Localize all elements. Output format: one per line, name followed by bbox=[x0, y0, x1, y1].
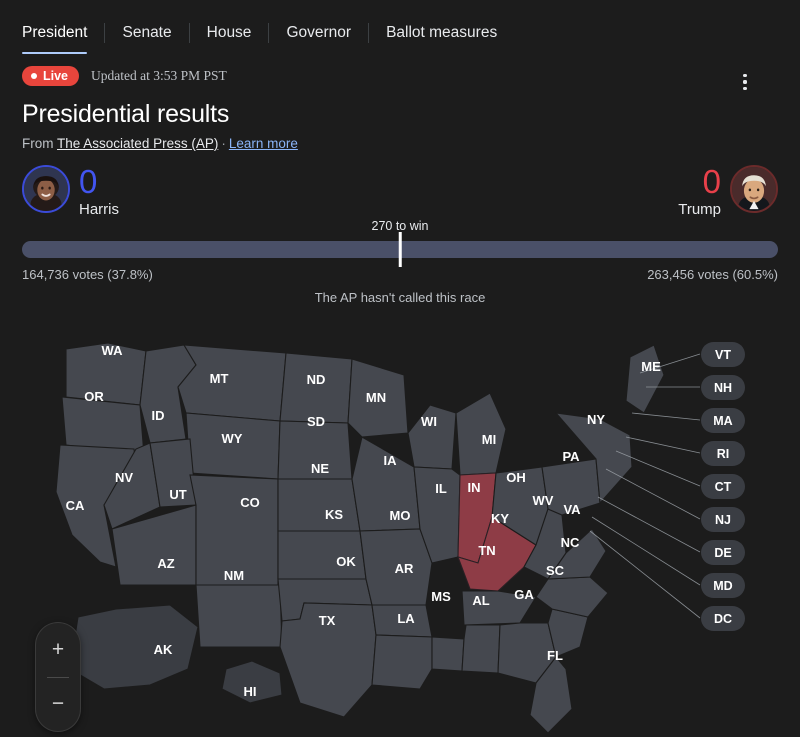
state-TN[interactable] bbox=[461, 590, 537, 626]
kebab-dot bbox=[743, 80, 747, 84]
state-pill-VT[interactable]: VT bbox=[701, 342, 745, 367]
tab-senate[interactable]: Senate bbox=[105, 19, 188, 47]
candidate-harris[interactable]: 0 Harris bbox=[22, 165, 119, 218]
harris-avatar bbox=[22, 165, 70, 213]
state-NM[interactable] bbox=[195, 584, 283, 648]
state-WI[interactable] bbox=[407, 404, 457, 470]
us-electoral-map[interactable]: WA OR CA NV ID MT WY UT AZ CO NM ND SD NE KS OK TX MN IA MO… bbox=[0, 317, 800, 737]
tab-president[interactable]: President bbox=[22, 19, 104, 54]
learn-more-link[interactable]: Learn more bbox=[229, 136, 298, 151]
live-label: Live bbox=[43, 69, 69, 83]
race-not-called-note: The AP hasn't called this race bbox=[314, 290, 486, 305]
tab-label: Governor bbox=[286, 24, 352, 41]
state-MS[interactable] bbox=[431, 636, 465, 672]
updated-timestamp: Updated at 3:53 PM PST bbox=[91, 68, 227, 83]
state-pill-NH[interactable]: NH bbox=[701, 375, 745, 400]
separator: · bbox=[221, 136, 226, 151]
live-badge[interactable]: Live bbox=[22, 66, 80, 86]
trump-avatar bbox=[730, 165, 778, 213]
zoom-in-button[interactable]: + bbox=[36, 623, 80, 677]
state-KS[interactable] bbox=[277, 530, 367, 580]
state-HI[interactable] bbox=[221, 660, 283, 704]
bar-midpoint-marker bbox=[398, 232, 402, 267]
kebab-dot bbox=[743, 74, 747, 78]
harris-meta: 0 Harris bbox=[79, 165, 119, 218]
state-label-MS: MS bbox=[431, 589, 451, 604]
map-zoom-control: + − bbox=[36, 623, 80, 731]
from-prefix: From bbox=[22, 136, 58, 151]
tab-label: Senate bbox=[122, 24, 172, 41]
state-MO[interactable] bbox=[359, 528, 433, 606]
tab-label: House bbox=[206, 24, 252, 41]
live-status-row: Live Updated at 3:53 PM PST bbox=[0, 52, 800, 86]
trump-electoral-votes: 0 bbox=[702, 163, 721, 200]
state-MN[interactable] bbox=[347, 358, 409, 438]
state-AL[interactable] bbox=[461, 624, 501, 674]
state-LA[interactable] bbox=[371, 634, 433, 690]
tab-label: President bbox=[22, 24, 88, 41]
state-PA[interactable] bbox=[541, 458, 601, 516]
state-AK[interactable] bbox=[69, 604, 199, 690]
state-pill-DE[interactable]: DE bbox=[701, 540, 745, 565]
state-WA[interactable] bbox=[65, 342, 147, 406]
state-MT[interactable] bbox=[177, 344, 287, 422]
harris-votes: 164,736 votes (37.8%) bbox=[22, 267, 153, 282]
leader-MA bbox=[631, 412, 701, 421]
state-pill-CT[interactable]: CT bbox=[701, 474, 745, 499]
state-MI[interactable] bbox=[455, 392, 507, 476]
election-results-page: President Senate House Governor Ballot m… bbox=[0, 0, 800, 737]
source-link[interactable]: The Associated Press (AP) bbox=[57, 136, 218, 151]
state-SD[interactable] bbox=[277, 420, 353, 480]
state-AR[interactable] bbox=[371, 604, 433, 638]
kebab-menu-icon[interactable] bbox=[734, 70, 756, 94]
state-pill-MA[interactable]: MA bbox=[701, 408, 745, 433]
leader-DE bbox=[597, 496, 701, 553]
state-ME[interactable] bbox=[625, 344, 665, 414]
state-shapes bbox=[55, 342, 665, 734]
tab-label: Ballot measures bbox=[386, 24, 498, 41]
harris-electoral-votes: 0 bbox=[79, 163, 98, 200]
state-pill-MD[interactable]: MD bbox=[701, 573, 745, 598]
state-NC[interactable] bbox=[535, 576, 609, 618]
live-dot-icon bbox=[31, 73, 37, 79]
state-pill-NJ[interactable]: NJ bbox=[701, 507, 745, 532]
tab-governor[interactable]: Governor bbox=[269, 19, 368, 47]
electoral-vote-bar: 270 to win bbox=[22, 219, 778, 267]
candidate-trump[interactable]: 0 Trump bbox=[678, 165, 778, 218]
state-pill-DC[interactable]: DC bbox=[701, 606, 745, 631]
source-attribution: From The Associated Press (AP) · Learn mor… bbox=[0, 129, 800, 151]
vote-totals-row: 164,736 votes (37.8%) 263,456 votes (60.… bbox=[22, 267, 778, 282]
state-CO[interactable] bbox=[189, 474, 279, 586]
state-TX[interactable] bbox=[279, 602, 377, 718]
leader-NJ bbox=[605, 468, 701, 520]
state-WY[interactable] bbox=[185, 412, 281, 480]
leader-RI bbox=[625, 436, 701, 454]
win-threshold-label: 270 to win bbox=[371, 219, 429, 233]
tab-house[interactable]: House bbox=[190, 19, 269, 47]
page-title: Presidential results bbox=[22, 100, 230, 128]
tab-ballot-measures[interactable]: Ballot measures bbox=[369, 19, 514, 47]
zoom-out-button[interactable]: − bbox=[36, 678, 80, 732]
map-svg: WAORCANVIDMTWYUTAZCONMNDSDNEKSOKTXMNIAMO… bbox=[55, 342, 701, 734]
state-pill-RI[interactable]: RI bbox=[701, 441, 745, 466]
race-type-tabs: President Senate House Governor Ballot m… bbox=[0, 0, 800, 54]
harris-name: Harris bbox=[79, 201, 119, 218]
state-NE[interactable] bbox=[277, 478, 361, 532]
trump-meta: 0 Trump bbox=[678, 165, 721, 218]
trump-name: Trump bbox=[678, 201, 721, 218]
state-IA[interactable] bbox=[351, 436, 421, 532]
state-ND[interactable] bbox=[279, 352, 353, 424]
kebab-dot bbox=[743, 86, 747, 90]
trump-votes: 263,456 votes (60.5%) bbox=[647, 267, 778, 282]
